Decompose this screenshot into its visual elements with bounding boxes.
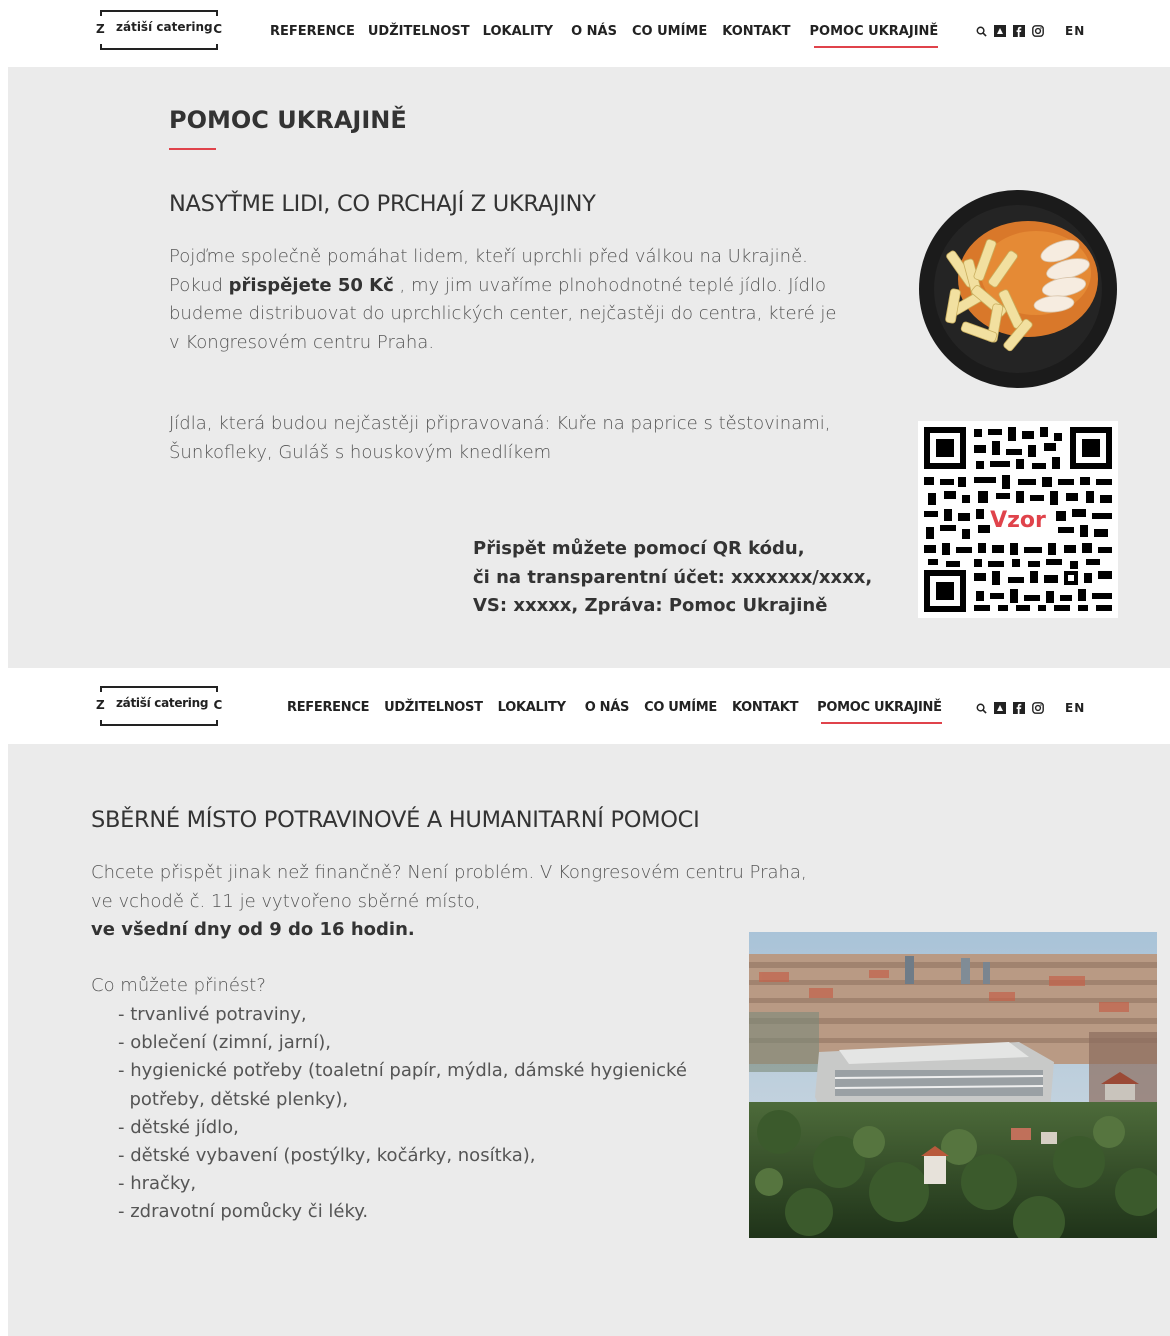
title-underline <box>169 148 216 150</box>
logo-frame-bottom <box>100 48 218 50</box>
donation-items-list: - trvanlivé potraviny, - oblečení (zimní… <box>118 1001 687 1227</box>
logo[interactable]: Z zátiší catering C <box>96 686 222 726</box>
search-icon[interactable] <box>975 702 987 714</box>
list-item: - hračky, <box>118 1173 197 1195</box>
qr-code[interactable]: Vzor <box>918 421 1118 618</box>
instagram-icon[interactable] <box>1032 25 1044 37</box>
opening-hours: ve všední dny od 9 do 16 hodin. <box>91 916 851 945</box>
list-item: - trvanlivé potraviny, <box>118 1004 307 1025</box>
instagram-icon[interactable] <box>1032 702 1044 714</box>
text-line: VS: xxxxx, Zpráva: Pomoc Ukrajině <box>473 595 828 616</box>
text-line: či na transparentní účet: xxxxxxx/xxxx, <box>473 566 873 588</box>
what-to-bring-question: Co můžete přinést? <box>91 975 266 996</box>
logo-frame-bottom <box>100 724 218 726</box>
account-icon[interactable] <box>994 702 1006 714</box>
list-item: - dětské jídlo, <box>118 1116 239 1138</box>
nav-kontakt[interactable]: KONTAKT <box>732 700 798 715</box>
facebook-icon[interactable] <box>1013 25 1025 37</box>
language-switch[interactable]: EN <box>1065 701 1085 715</box>
account-icon[interactable] <box>994 25 1006 37</box>
text-line: Pokud přispějete 50 Kč , my jim uvaříme … <box>169 272 849 301</box>
search-icon[interactable] <box>975 25 987 37</box>
main-nav: REFERENCE UDŽITELNOST LOKALITY O NÁS CO … <box>287 700 942 724</box>
text-span: , my jim uvaříme plnohodnotné teplé jídl… <box>393 274 826 296</box>
logo-tick <box>216 686 218 692</box>
page-title: POMOC UKRAJINĚ <box>169 106 407 134</box>
logo-frame-top <box>100 686 218 688</box>
text-line: Pojďme společně pomáhat lidem, kteří upr… <box>169 246 808 267</box>
nav-reference[interactable]: REFERENCE <box>270 24 355 39</box>
list-item: - hygienické potřeby (toaletní papír, mý… <box>118 1060 687 1082</box>
nav-co-umime[interactable]: CO UMÍME <box>644 700 717 715</box>
logo[interactable]: Z zátiší catering C <box>96 10 222 50</box>
qr-instructions: Přispět můžete pomocí QR kódu, či na tra… <box>473 535 872 621</box>
nav-co-umime[interactable]: CO UMÍME <box>632 24 707 39</box>
nav-lokality[interactable]: LOKALITY <box>483 24 553 39</box>
section-heading-collection: SBĚRNÉ MÍSTO POTRAVINOVÉ A HUMANITARNÍ P… <box>91 807 700 833</box>
logo-letter-z: Z <box>96 22 105 36</box>
list-item: - oblečení (zimní, jarní), <box>118 1032 331 1054</box>
site-header-sticky: Z zátiší catering C REFERENCE UDŽITELNOS… <box>0 668 1170 744</box>
logo-letter-z: Z <box>96 698 105 712</box>
logo-letter-c: C <box>213 22 222 36</box>
section-heading-feed: NASYŤME LIDI, CO PRCHAJÍ Z UKRAJINY <box>169 191 596 217</box>
list-item: - dětské vybavení (postýlky, kočárky, no… <box>118 1145 536 1167</box>
nav-o-nas[interactable]: O NÁS <box>585 700 630 715</box>
text-span: Pokud <box>169 274 229 296</box>
meals-paragraph: Jídla, která budou nejčastěji připravova… <box>169 410 849 467</box>
list-item: potřeby, dětské plenky), <box>118 1088 349 1110</box>
nav-lokality[interactable]: LOKALITY <box>498 700 566 715</box>
nav-kontakt[interactable]: KONTAKT <box>722 24 790 39</box>
logo-tick <box>100 686 102 692</box>
text-line: v Kongresovém centru Praha. <box>169 331 435 353</box>
list-item: - zdravotní pomůcky či léky. <box>118 1201 369 1223</box>
nav-udrzitelnost[interactable]: UDŽITELNOST <box>368 24 470 39</box>
qr-watermark: Vzor <box>990 508 1046 533</box>
nav-pomoc-ukrajine[interactable]: POMOC UKRAJINĚ <box>817 700 942 724</box>
nav-udrzitelnost[interactable]: UDŽITELNOST <box>384 700 483 715</box>
site-header: Z zátiší catering C REFERENCE UDŽITELNOS… <box>0 0 1170 67</box>
logo-name: zátiší catering <box>116 20 213 34</box>
text-line: Šunkofleky, Guláš s houskovým knedlíkem <box>169 441 552 463</box>
header-tools: EN <box>975 24 1085 38</box>
meal-plate-image <box>918 189 1118 389</box>
nav-reference[interactable]: REFERENCE <box>287 700 369 715</box>
nav-o-nas[interactable]: O NÁS <box>571 24 617 39</box>
opening-hours-text: ve všední dny od 9 do 16 hodin. <box>91 919 415 940</box>
text-line: Přispět můžete pomocí QR kódu, <box>473 538 805 559</box>
donation-amount: přispějete 50 Kč <box>228 274 394 296</box>
language-switch[interactable]: EN <box>1065 24 1085 38</box>
logo-name: zátiší catering <box>116 696 209 710</box>
logo-tick <box>216 10 218 16</box>
nav-pomoc-ukrajine[interactable]: POMOC UKRAJINĚ <box>810 24 938 48</box>
congress-centre-photo <box>749 932 1157 1238</box>
logo-tick <box>100 10 102 16</box>
text-line: ve vchodě č. 11 je vytvořeno sběrné míst… <box>91 890 481 912</box>
logo-letter-c: C <box>213 698 222 712</box>
text-line: Jídla, která budou nejčastěji připravova… <box>169 413 831 434</box>
facebook-icon[interactable] <box>1013 702 1025 714</box>
header-tools: EN <box>975 701 1085 715</box>
intro-paragraph: Pojďme společně pomáhat lidem, kteří upr… <box>169 243 849 357</box>
text-line: Chcete přispět jinak než finančně? Není … <box>91 862 807 883</box>
logo-frame-top <box>100 10 218 12</box>
text-line: budeme distribuovat do uprchlických cent… <box>169 303 837 324</box>
main-nav: REFERENCE UDŽITELNOST LOKALITY O NÁS CO … <box>270 24 938 48</box>
collection-paragraph: Chcete přispět jinak než finančně? Není … <box>91 859 851 945</box>
